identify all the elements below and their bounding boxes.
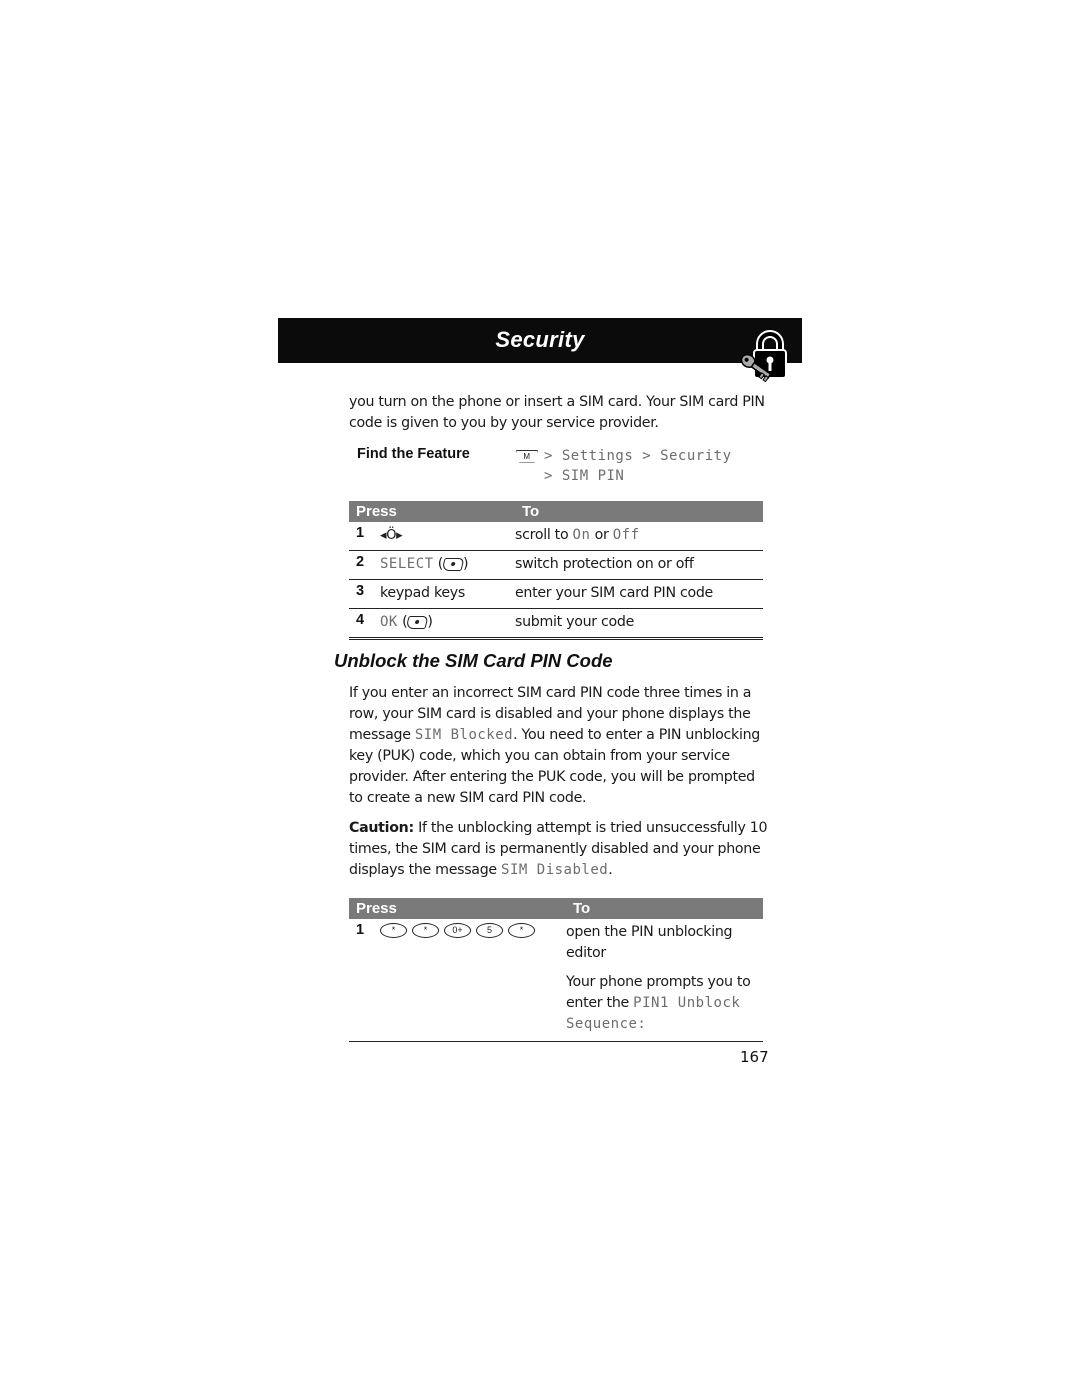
- header-press: Press: [349, 501, 515, 522]
- star-key-icon: *: [412, 923, 439, 939]
- section-title: Unblock the SIM Card PIN Code: [334, 650, 613, 671]
- step-press: keypad keys: [380, 579, 515, 609]
- step-number: 1: [349, 919, 380, 1042]
- option-off: Off: [612, 527, 640, 543]
- table-row: 4 OK () submit your code: [349, 608, 763, 640]
- chapter-header-bar: Security: [278, 318, 802, 363]
- ok-key-label: OK: [380, 614, 398, 630]
- table-row: 3 keypad keys enter your SIM card PIN co…: [349, 579, 763, 609]
- step-to: scroll to On or Off: [515, 522, 763, 551]
- header-to: To: [566, 898, 763, 919]
- step-to-text: or: [590, 527, 613, 543]
- steps-table-unblock: Press To 1 * * 0+ 5 * open the PIN unblockin…: [349, 898, 763, 1042]
- select-key-label: SELECT: [380, 556, 434, 572]
- step-number: 1: [349, 522, 380, 551]
- soft-key-icon: [441, 557, 465, 571]
- step-to: open the PIN unblocking editor Your phon…: [566, 919, 763, 1042]
- step-press: ◂Ö▸: [380, 522, 515, 551]
- step-to-text: scroll to: [515, 527, 573, 543]
- step-number: 3: [349, 579, 380, 609]
- step-press: * * 0+ 5 *: [380, 919, 566, 1042]
- option-on: On: [572, 527, 591, 543]
- zero-key-icon: 0+: [444, 923, 471, 939]
- step-to-text: open the PIN unblocking editor: [566, 924, 733, 961]
- star-key-icon: *: [380, 923, 407, 939]
- table-row: 1 * * 0+ 5 * open the PIN unblocking editor …: [349, 919, 763, 1042]
- step-press: SELECT (): [380, 550, 515, 580]
- lock-and-key-icon: [740, 330, 787, 383]
- header-press: Press: [349, 898, 566, 919]
- five-key-icon: 5: [476, 923, 503, 939]
- steps-table-sim-pin: Press To 1 ◂Ö▸ scroll to On or Off 2 SEL…: [349, 501, 763, 640]
- step-note: Your phone prompts you to enter the PIN1…: [566, 972, 763, 1035]
- step-number: 4: [349, 608, 380, 640]
- star-key-icon: *: [508, 923, 535, 939]
- menu-key-icon: M: [516, 449, 538, 463]
- menu-path-line2: > SIM PIN: [544, 468, 625, 484]
- header-to: To: [515, 501, 763, 522]
- caution-label: Caution:: [349, 820, 414, 836]
- step-press: OK (): [380, 608, 515, 640]
- step-to: switch protection on or off: [515, 550, 763, 580]
- table-row: 2 SELECT () switch protection on or off: [349, 550, 763, 580]
- menu-path-line1: > Settings > Security: [544, 448, 732, 464]
- step-to: submit your code: [515, 608, 763, 640]
- step-number: 2: [349, 550, 380, 580]
- soft-key-icon: [405, 615, 430, 629]
- table-row: 1 ◂Ö▸ scroll to On or Off: [349, 522, 763, 551]
- message-sim-blocked: SIM Blocked: [414, 727, 514, 743]
- navigation-key-icon: ◂Ö▸: [380, 528, 403, 543]
- find-feature-label: Find the Feature: [357, 446, 470, 462]
- table-header-row: Press To: [349, 898, 763, 919]
- table-header-row: Press To: [349, 501, 763, 522]
- menu-path: M > Settings > Security > SIM PIN: [516, 446, 732, 486]
- caution-paragraph: Caution: If the unblocking attempt is tr…: [349, 818, 769, 881]
- step-to: enter your SIM card PIN code: [515, 579, 763, 609]
- message-sim-disabled: SIM Disabled: [501, 862, 609, 878]
- intro-paragraph: you turn on the phone or insert a SIM ca…: [349, 394, 765, 431]
- page-number: 167: [740, 1048, 769, 1066]
- paragraph-text: .: [608, 862, 613, 878]
- chapter-title: Security: [495, 327, 585, 352]
- unblock-paragraph: If you enter an incorrect SIM card PIN c…: [349, 683, 769, 809]
